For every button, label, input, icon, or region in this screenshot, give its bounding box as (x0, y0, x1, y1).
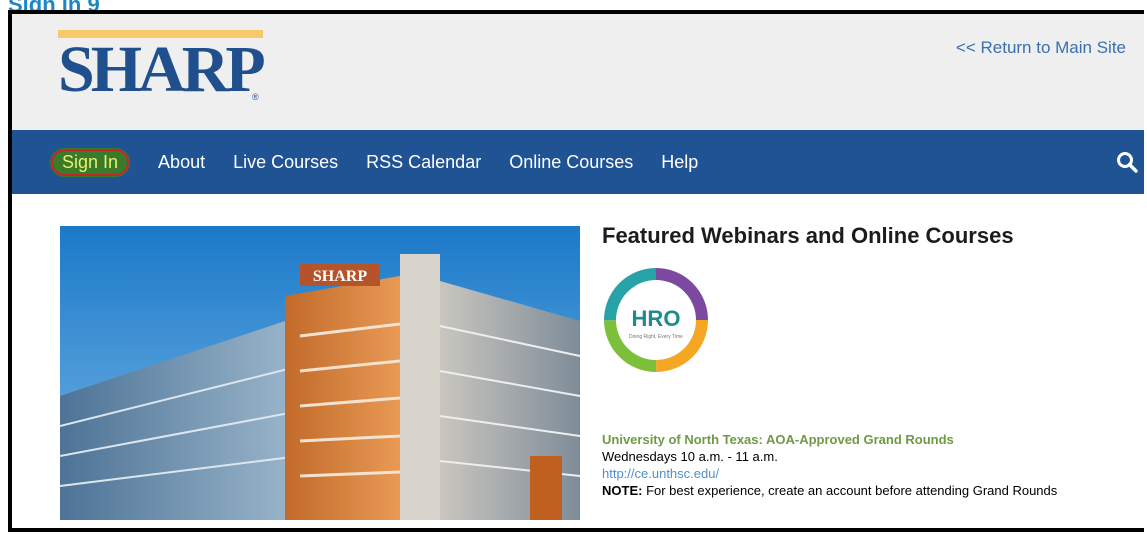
note-body: For best experience, create an account b… (642, 483, 1058, 498)
nav-item-about[interactable]: About (158, 152, 205, 173)
university-heading: University of North Texas: AOA-Approved … (602, 432, 954, 447)
building-sign-text: SHARP (313, 268, 367, 285)
hro-label: HRO (632, 306, 681, 331)
grand-rounds-info: University of North Texas: AOA-Approved … (602, 431, 1057, 499)
logo-wordmark: SHARP (58, 33, 266, 106)
note-label: NOTE: (602, 483, 643, 498)
nav-item-help[interactable]: Help (661, 152, 698, 173)
main-nav: Sign In About Live Courses RSS Calendar … (12, 130, 1144, 194)
site-header: SHARP ® << Return to Main Site (12, 14, 1144, 130)
sharp-logo[interactable]: SHARP ® (58, 30, 268, 110)
hro-badge-logo[interactable]: HRO Doing Right, Every Time (602, 266, 710, 374)
nav-item-sign-in[interactable]: Sign In (50, 147, 131, 177)
building-illustration: SHARP (60, 226, 580, 520)
nav-item-rss-calendar[interactable]: RSS Calendar (366, 152, 481, 173)
logo-registered-mark: ® (252, 92, 259, 102)
schedule-text: Wednesdays 10 a.m. - 11 a.m. (602, 449, 778, 464)
hero-building-photo: SHARP (60, 226, 580, 520)
browser-frame: SHARP ® << Return to Main Site Sign In A… (8, 10, 1144, 532)
nav-item-online-courses[interactable]: Online Courses (509, 152, 633, 173)
nav-list: Sign In About Live Courses RSS Calendar … (50, 130, 726, 194)
top-strip: Sign in 9 (0, 0, 1147, 17)
search-icon[interactable] (1116, 151, 1138, 173)
note-text: NOTE: For best experience, create an acc… (602, 482, 1057, 499)
hro-tagline: Doing Right, Every Time (629, 334, 683, 340)
featured-section-title: Featured Webinars and Online Courses (602, 223, 1014, 248)
nav-item-live-courses[interactable]: Live Courses (233, 152, 338, 173)
return-to-main-site-link[interactable]: << Return to Main Site (956, 38, 1126, 58)
unthsc-link[interactable]: http://ce.unthsc.edu/ (602, 465, 1057, 482)
